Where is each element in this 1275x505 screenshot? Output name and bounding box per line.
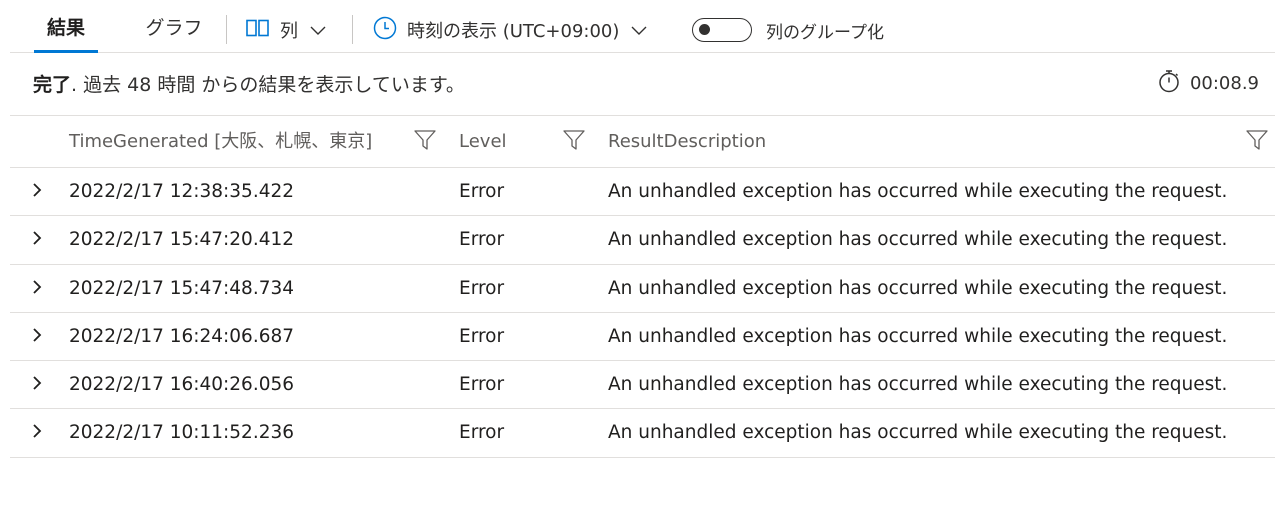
- toggle-knob: [699, 24, 710, 35]
- expand-chevron-icon[interactable]: [30, 230, 44, 246]
- cell-description: An unhandled exception has occurred whil…: [608, 422, 1228, 444]
- cell-time: 2022/2/17 12:38:35.422: [69, 181, 295, 202]
- cell-level: Error: [459, 229, 505, 251]
- table-row[interactable]: 2022/2/17 15:47:48.734 Error An unhandle…: [10, 265, 1275, 313]
- cell-description: An unhandled exception has occurred whil…: [608, 325, 1228, 347]
- table-row[interactable]: 2022/2/17 12:38:35.422 Error An unhandle…: [10, 168, 1275, 217]
- cell-time: 2022/2/17 16:24:06.687: [69, 325, 295, 347]
- cell-time: 2022/2/17 10:11:52.236: [69, 422, 295, 444]
- cell-level: Error: [459, 277, 505, 299]
- filter-icon[interactable]: [414, 129, 436, 155]
- cell-level: Error: [459, 422, 505, 444]
- clock-icon: [373, 16, 397, 45]
- stopwatch-icon: [1158, 69, 1180, 98]
- tab-results[interactable]: 結果: [34, 12, 98, 53]
- filter-icon[interactable]: [1246, 129, 1268, 155]
- column-header-level[interactable]: Level: [459, 116, 507, 167]
- cell-description: An unhandled exception has occurred whil…: [608, 181, 1228, 202]
- cell-level: Error: [459, 181, 505, 202]
- toolbar-divider: [226, 15, 227, 44]
- toolbar-divider: [352, 15, 353, 44]
- columns-label: 列: [280, 21, 298, 42]
- table-row[interactable]: 2022/2/17 16:40:26.056 Error An unhandle…: [10, 361, 1275, 410]
- table-row[interactable]: 2022/2/17 16:24:06.687 Error An unhandle…: [10, 313, 1275, 362]
- cell-time: 2022/2/17 15:47:20.412: [69, 229, 295, 251]
- toggle-switch[interactable]: [692, 18, 752, 42]
- query-status: 完了. 過去 48 時間 からの結果を表示しています。: [33, 70, 465, 97]
- cell-description: An unhandled exception has occurred whil…: [608, 374, 1228, 396]
- cell-description: An unhandled exception has occurred whil…: [608, 229, 1228, 251]
- group-columns-label: 列のグループ化: [766, 22, 884, 43]
- column-header-resultdescription[interactable]: ResultDescription: [608, 116, 766, 167]
- table-row[interactable]: 2022/2/17 10:11:52.236 Error An unhandle…: [10, 409, 1275, 458]
- cell-time: 2022/2/17 15:47:48.734: [69, 277, 295, 299]
- expand-chevron-icon[interactable]: [30, 423, 44, 439]
- query-timer: 00:08.9: [1158, 69, 1259, 98]
- columns-button[interactable]: 列: [246, 14, 326, 46]
- expand-chevron-icon[interactable]: [30, 182, 44, 198]
- time-display-label: 時刻の表示 (UTC+09:00): [407, 21, 620, 42]
- results-toolbar: 結果 グラフ 列 時刻の表示 (UTC+09:00) 列のグループ化: [10, 0, 1275, 53]
- results-table: TimeGenerated [大阪、札幌、東京] Level ResultDes…: [10, 116, 1275, 458]
- expand-chevron-icon[interactable]: [30, 375, 44, 391]
- chevron-down-icon: [631, 20, 647, 41]
- tab-chart[interactable]: グラフ: [140, 12, 208, 53]
- cell-time: 2022/2/17 16:40:26.056: [69, 374, 295, 396]
- expand-chevron-icon[interactable]: [30, 327, 44, 343]
- expand-chevron-icon[interactable]: [30, 279, 44, 295]
- columns-icon: [246, 19, 270, 42]
- table-header: TimeGenerated [大阪、札幌、東京] Level ResultDes…: [10, 116, 1275, 168]
- status-done-label: 完了: [33, 74, 72, 96]
- elapsed-time: 00:08.9: [1189, 73, 1259, 94]
- column-header-timegenerated[interactable]: TimeGenerated [大阪、札幌、東京]: [69, 116, 372, 167]
- cell-description: An unhandled exception has occurred whil…: [608, 277, 1228, 299]
- time-display-button[interactable]: 時刻の表示 (UTC+09:00): [373, 14, 647, 46]
- filter-icon[interactable]: [563, 129, 585, 155]
- status-message: . 過去 48 時間 からの結果を表示しています。: [71, 74, 465, 96]
- chevron-down-icon: [310, 20, 326, 41]
- cell-level: Error: [459, 374, 505, 396]
- cell-level: Error: [459, 325, 505, 347]
- table-row[interactable]: 2022/2/17 15:47:20.412 Error An unhandle…: [10, 216, 1275, 265]
- group-columns-toggle[interactable]: 列のグループ化: [691, 14, 884, 46]
